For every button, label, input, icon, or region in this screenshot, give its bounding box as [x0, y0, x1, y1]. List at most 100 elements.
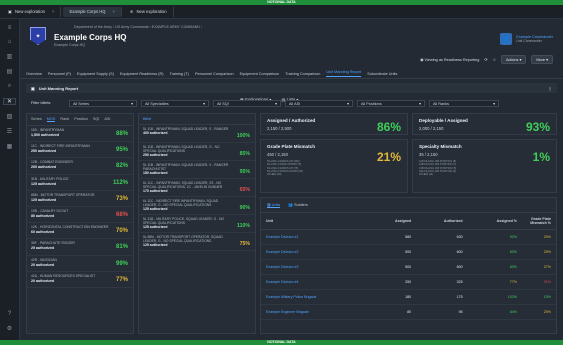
card-label: Grade Plate Mismatch — [267, 144, 315, 149]
tab-new-exploration-2[interactable]: ⊕ New exploration — [124, 6, 174, 17]
asi-select[interactable]: All ASI ▾ — [285, 99, 353, 107]
mos-authorized: 25 authorized — [31, 246, 55, 251]
chart-icon[interactable]: ▨ — [7, 113, 13, 120]
list-item[interactable]: 42R - MUSICIAN 20 authorized 99% — [27, 256, 133, 272]
billet-authorized: 170 authorized — [143, 189, 168, 193]
more-button[interactable]: More ▾ — [531, 55, 553, 64]
list-item[interactable]: 35F - PARACHUTE RIGGER 25 authorized 81% — [27, 239, 133, 256]
breakdown-item: OTHER (11) — [419, 173, 434, 177]
series-select[interactable]: All Series ▾ — [69, 99, 137, 107]
close-icon[interactable]: ✕ — [2, 98, 17, 105]
list-item[interactable]: 5L 11B - INFANTRYMAN, SQUAD LEADER, V - … — [139, 161, 255, 179]
mos-name: 42R - MUSICIAN — [31, 257, 57, 262]
list-item[interactable]: 5L 31B - MILITARY POLICE, SQUAD LEADER, … — [139, 215, 255, 233]
sqi-select[interactable]: All SQI ▾ — [213, 99, 281, 107]
tab-equipment-supply[interactable]: Equipment Supply (S) — [77, 72, 114, 76]
settings-icon[interactable]: ⚙ — [7, 325, 12, 332]
list-item[interactable]: 19D - CAVALRY SCOUT 80 authorized 68% — [27, 207, 133, 224]
close-icon[interactable]: × — [113, 9, 115, 14]
col-assigned-percent[interactable]: Assigned % — [467, 213, 522, 230]
table-row[interactable]: Example Division #4 250 325 77% 31% — [261, 274, 556, 290]
list-item[interactable]: 6L 11C - INDIRECT FIRE INFANTRYMAN, SQUA… — [139, 197, 255, 215]
tab-series[interactable]: Series — [31, 117, 42, 122]
rank-select[interactable]: All Ranks ▾ — [429, 99, 499, 107]
col-unit[interactable]: Unit — [261, 213, 370, 230]
mos-percent: 82% — [115, 163, 128, 170]
menu-icon[interactable]: ≡ — [8, 25, 12, 31]
summary-panel: Assigned / Authorized 2,150 / 2,500 86% … — [260, 113, 557, 334]
grid-icon[interactable]: ▦ — [7, 143, 13, 150]
list-item[interactable]: 11B - INFANTRYMAN 1,500 authorized 88% — [27, 126, 133, 143]
viewing-as[interactable]: ◉ Viewing as Readiness Reporting — [420, 57, 479, 62]
position-select[interactable]: All Positions ▾ — [357, 99, 425, 107]
col-assigned[interactable]: Assigned — [369, 213, 417, 230]
grade-mismatch-cell: 31% — [522, 274, 556, 290]
tab-new-exploration-1[interactable]: ▣ New exploration × — [2, 6, 62, 17]
list-item[interactable]: 12B - COMBAT ENGINEER 200 authorized 82% — [27, 158, 133, 175]
unit-header: ✦ Department of the Army › US Army Comma… — [20, 19, 563, 69]
tab-equipment-readiness[interactable]: Equipment Readiness (R) — [120, 72, 163, 76]
tab-training-comparison[interactable]: Training Comparison — [285, 72, 320, 76]
col-authorized[interactable]: Authorized — [416, 213, 468, 230]
unit-link[interactable]: Example Military Police Brigade — [261, 289, 370, 305]
tab-soldiers[interactable]: 👥 Soldiers — [288, 202, 308, 208]
breadcrumb[interactable]: Department of the Army › US Army Command… — [74, 25, 202, 29]
tab-position[interactable]: Position — [74, 117, 88, 122]
list-item[interactable]: 88M - MOTOR TRANSPORT OPERATOR 125 autho… — [27, 191, 133, 207]
header-actions: ◉ Viewing as Readiness Reporting ⟳ ☆ Act… — [420, 55, 553, 64]
help-icon[interactable]: ? — [8, 311, 11, 317]
list-item[interactable]: 11C - INDIRECT FIRE INFANTRYMAN 250 auth… — [27, 142, 133, 159]
list-item[interactable]: 12K - HORIZONTAL CONSTRUCTION ENGINEER 6… — [27, 223, 133, 240]
tab-training[interactable]: Training (T) — [169, 72, 188, 76]
building-icon[interactable]: ▥ — [7, 53, 13, 60]
mos-percent: 68% — [115, 211, 128, 218]
col-grade-mismatch[interactable]: Grade Plate Mismatch % — [522, 213, 556, 230]
unit-link[interactable]: Example Division #2 — [261, 244, 370, 260]
unit-commander[interactable]: 👤 Example Commander Unit Commander — [500, 33, 553, 45]
card-label: Specialty Mismatch — [419, 144, 462, 149]
tab-equipment-comparison[interactable]: Equipment Comparison — [240, 72, 280, 76]
star-icon[interactable]: ☆ — [493, 57, 496, 62]
tab-personnel-comparison[interactable]: Personnel Comparison — [195, 72, 234, 76]
refresh-icon[interactable]: ⟳ — [484, 57, 487, 62]
unit-link[interactable]: Example Division #3 — [261, 259, 370, 275]
tab-mos[interactable]: MOS — [46, 117, 56, 122]
unit-link[interactable]: Example Division #4 — [261, 274, 370, 290]
authorized-cell: 630 — [416, 229, 468, 245]
tab-sqi[interactable]: SQI — [93, 117, 100, 122]
list-item[interactable]: 5L 11C - INFANTRYMAN, SQUAD LEADER, 2S -… — [139, 179, 255, 197]
unit-link[interactable]: Example Engineer Brigade — [261, 304, 370, 320]
tab-unit-manning-report[interactable]: Unit Manning Report — [326, 70, 362, 77]
avatar: 👤 — [500, 33, 513, 45]
close-icon[interactable]: × — [52, 9, 54, 14]
tab-rank[interactable]: Rank — [60, 117, 69, 122]
list-item[interactable]: 5L 88M - MOTOR TRANSPORT OPERATOR, SQUAD… — [139, 233, 255, 251]
billet-tab[interactable]: Billet — [139, 114, 255, 125]
list-item[interactable]: 31B - MILITARY POLICE 125 authorized 112… — [27, 175, 133, 191]
table-row[interactable]: Example Military Police Brigade 180 175 … — [261, 289, 556, 305]
table-row[interactable]: Example Division #1 580 630 92% 20% — [261, 229, 556, 245]
mos-percent: 81% — [115, 244, 128, 251]
home-icon[interactable]: ⌂ — [8, 39, 12, 45]
list-item[interactable]: 5L 11B - INFANTRYMAN, SQUAD LEADER, S - … — [139, 125, 255, 143]
tab-subordinate-units[interactable]: Subordinate Units — [367, 72, 397, 76]
tab-example-corps-hq[interactable]: Example Corps HQ × — [63, 6, 122, 17]
list-item[interactable]: 42A - HUMAN RESOURCES SPECIALIST 20 auth… — [27, 272, 133, 288]
unit-link[interactable]: Example Division #1 — [261, 229, 370, 245]
tab-units[interactable]: ▦ Units — [267, 202, 281, 208]
list-item[interactable]: 5L 11B - INFANTRYMAN, SQUAD LEADER, G - … — [139, 143, 255, 161]
list-icon[interactable]: ☰ — [7, 128, 12, 135]
specialty-select[interactable]: All Specialties ▾ — [141, 99, 209, 107]
tab-personnel[interactable]: Personnel (P) — [48, 72, 71, 76]
specialty-breakdown: 11B FILLING 11B POSITION (8) 12B FILLING … — [419, 160, 550, 176]
table-row[interactable]: Example Division #3 500 600 83% 27% — [261, 259, 556, 275]
actions-button[interactable]: Actions ▾ — [500, 55, 527, 64]
table-row[interactable]: Example Engineer Brigade 80 95 84% 25% — [261, 304, 556, 320]
billet-name: 5L 88M - MOTOR TRANSPORT OPERATOR, SQUAD… — [143, 235, 223, 243]
tab-asi[interactable]: ASI — [104, 117, 110, 122]
document-icon[interactable]: ▤ — [7, 68, 13, 75]
tab-overview[interactable]: Overview — [26, 72, 42, 76]
search-icon[interactable]: ⌕ — [8, 83, 11, 90]
table-row[interactable]: Example Division #2 500 600 83% 25% — [261, 244, 556, 260]
more-icon[interactable]: ⋮ — [548, 86, 552, 91]
